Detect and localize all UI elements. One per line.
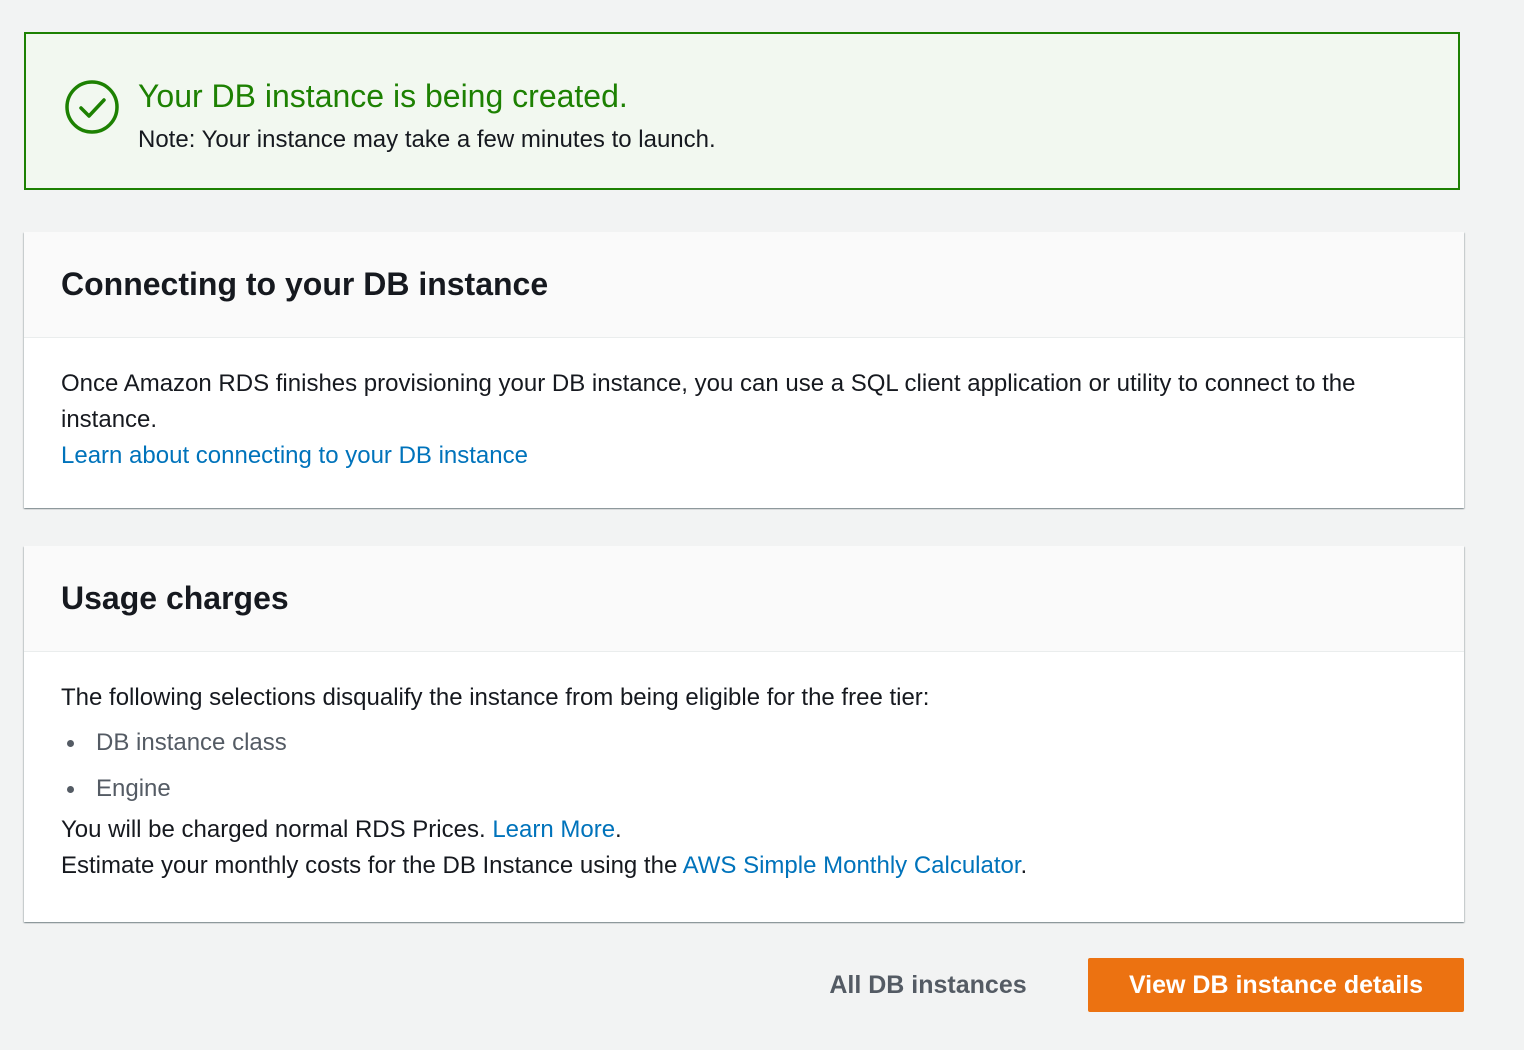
learn-connecting-link[interactable]: Learn about connecting to your DB instan… (61, 442, 528, 469)
charged-line: You will be charged normal RDS Prices. L… (61, 812, 1427, 848)
all-db-instances-button[interactable]: All DB instances (812, 958, 1044, 1012)
estimate-line: Estimate your monthly costs for the DB I… (61, 848, 1427, 884)
success-flash-banner: Your DB instance is being created. Note:… (24, 32, 1460, 190)
list-item: Engine (61, 766, 1427, 812)
connecting-panel: Connecting to your DB instance Once Amaz… (24, 232, 1464, 508)
connecting-panel-title: Connecting to your DB instance (61, 266, 549, 302)
usage-intro: The following selections disqualify the … (61, 684, 930, 711)
list-item-label: Engine (96, 775, 171, 802)
usage-charges-panel: Usage charges The following selections d… (24, 546, 1464, 922)
charged-text: You will be charged normal RDS Prices. (61, 816, 486, 843)
estimate-period: . (1020, 852, 1028, 879)
list-item: DB instance class (61, 720, 1427, 766)
flash-note: Note: Your instance may take a few minut… (138, 126, 716, 153)
connecting-panel-header: Connecting to your DB instance (24, 232, 1464, 338)
connecting-description: Once Amazon RDS finishes provisioning yo… (61, 370, 1356, 433)
usage-panel-title: Usage charges (61, 580, 289, 616)
list-item-label: DB instance class (96, 729, 287, 756)
learn-more-link[interactable]: Learn More (492, 816, 615, 843)
bullet-icon (67, 786, 74, 793)
bullet-icon (67, 740, 74, 747)
disqualifier-list: DB instance class Engine (61, 720, 1427, 812)
charged-period: . (615, 816, 622, 843)
check-circle-icon (65, 80, 119, 134)
usage-panel-header: Usage charges (24, 546, 1464, 652)
estimate-text: Estimate your monthly costs for the DB I… (61, 852, 678, 879)
action-footer: All DB instances View DB instance detail… (0, 958, 1524, 1012)
connecting-panel-body: Once Amazon RDS finishes provisioning yo… (24, 338, 1464, 474)
flash-title: Your DB instance is being created. (138, 78, 628, 114)
usage-panel-body: The following selections disqualify the … (24, 652, 1464, 884)
calculator-link[interactable]: AWS Simple Monthly Calculator (683, 852, 1021, 879)
view-db-instance-details-button[interactable]: View DB instance details (1088, 958, 1464, 1012)
